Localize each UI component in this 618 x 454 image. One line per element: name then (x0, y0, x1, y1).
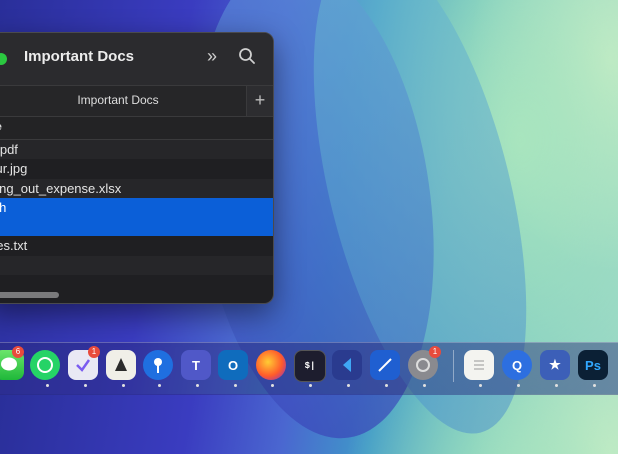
terminal-icon[interactable]: $| (294, 350, 326, 382)
horizontal-scrollbar[interactable] (0, 292, 59, 298)
running-indicator (309, 384, 312, 387)
running-indicator (479, 384, 482, 387)
running-indicator (555, 384, 558, 387)
running-indicator (84, 384, 87, 387)
file-row[interactable]: 2.pdf (0, 140, 273, 160)
rocket-cat-icon[interactable] (106, 350, 136, 380)
file-list: 2.pdf sur.jpg ning_out_expense.xlsx .sh 2rie… (0, 140, 273, 295)
add-tab-button[interactable]: + (246, 86, 273, 116)
column-header-label: ne (0, 121, 2, 133)
file-name: ning_out_expense.xlsx (0, 180, 122, 196)
file-name: .sh (0, 200, 6, 215)
running-indicator (423, 384, 426, 387)
xcode-icon[interactable] (370, 350, 400, 380)
file-row[interactable] (0, 255, 273, 276)
window-title: Important Docs (24, 48, 135, 65)
whatsapp-icon[interactable] (30, 350, 60, 380)
running-indicator (46, 384, 49, 387)
settings-badge: 1 (429, 346, 441, 358)
running-indicator (385, 384, 388, 387)
file-row[interactable]: .sh (0, 197, 273, 218)
firefox-icon[interactable] (256, 350, 286, 380)
keychain-icon[interactable] (143, 350, 173, 380)
running-indicator (234, 384, 237, 387)
tab-bar: Important Docs + (0, 85, 273, 117)
file-row[interactable]: 2 (0, 217, 273, 237)
file-name: ries.txt (0, 238, 28, 254)
dock-divider (453, 350, 454, 382)
outlook-icon[interactable]: O (218, 350, 248, 380)
running-indicator (517, 384, 520, 387)
running-indicator (196, 384, 199, 387)
messages-badge: 6 (12, 346, 24, 358)
file-name: 2.pdf (0, 142, 18, 157)
search-icon[interactable] (238, 47, 256, 65)
finder-window[interactable]: Important Docs » Important Docs + ne 2.p… (0, 32, 274, 304)
quicktime-icon[interactable]: Q (502, 350, 532, 380)
running-indicator (158, 384, 161, 387)
file-row[interactable]: sur.jpg (0, 159, 273, 179)
textedit-icon[interactable] (464, 350, 494, 380)
running-indicator (271, 384, 274, 387)
file-row[interactable]: ning_out_expense.xlsx (0, 178, 273, 198)
window-titlebar[interactable]: Important Docs » (0, 33, 273, 85)
file-name: sur.jpg (0, 161, 28, 177)
tasks-badge: 1 (88, 346, 100, 358)
running-indicator (347, 384, 350, 387)
tab-important-docs[interactable]: Important Docs (0, 93, 247, 107)
column-header-name[interactable]: ne (0, 117, 273, 140)
teams-icon[interactable]: T (181, 350, 211, 380)
running-indicator (122, 384, 125, 387)
running-indicator (593, 384, 596, 387)
vscode-icon[interactable] (332, 350, 362, 380)
imovie-star-icon[interactable]: ★ (540, 350, 570, 380)
chevron-double-right-icon[interactable]: » (207, 46, 217, 67)
photoshop-icon[interactable]: Ps (578, 350, 608, 380)
zoom-button[interactable] (0, 53, 7, 65)
file-row[interactable]: ries.txt (0, 236, 273, 256)
